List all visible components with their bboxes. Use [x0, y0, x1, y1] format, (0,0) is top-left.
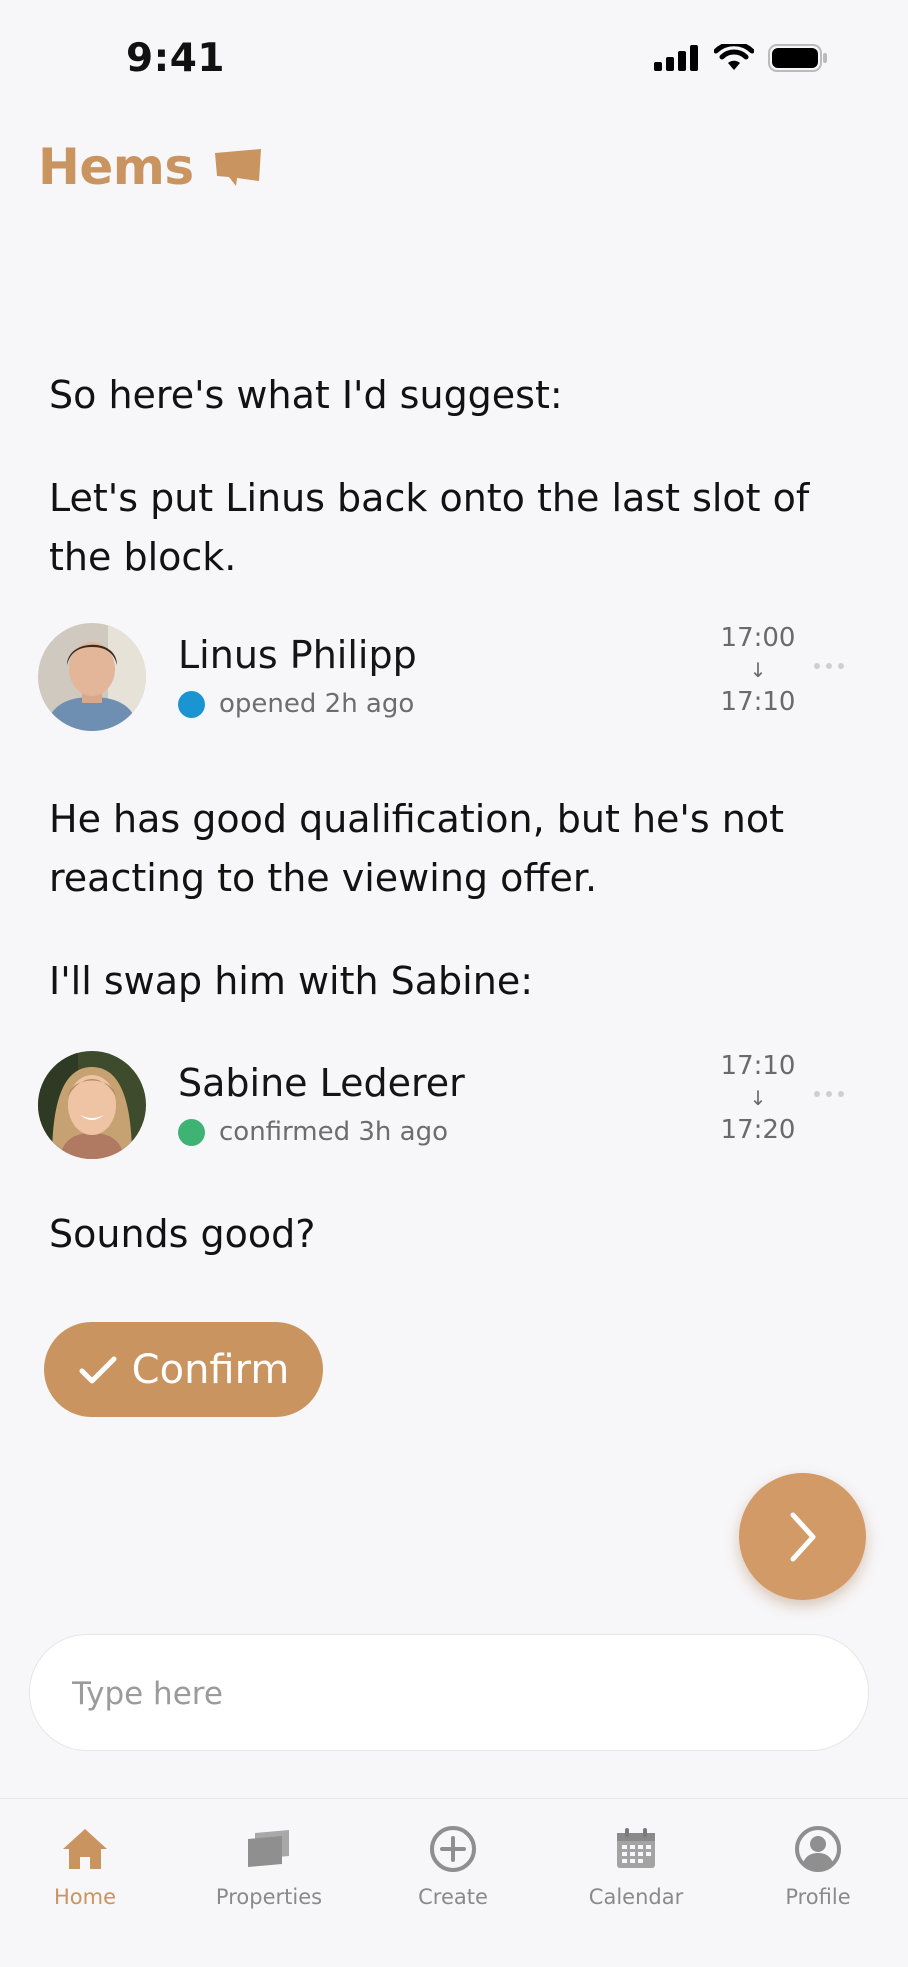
message-input[interactable] [70, 1665, 834, 1723]
arrow-down-icon: ↓ [749, 658, 767, 682]
status-dot-green [178, 1118, 205, 1146]
battery-icon [768, 44, 827, 72]
message-swap: I'll swap him with Sabine: [49, 959, 533, 1003]
brand-logo-icon [214, 149, 261, 186]
confirm-label: Confirm [131, 1346, 290, 1393]
tab-properties[interactable]: Properties [179, 1821, 359, 1909]
slot-time-range: 17:00 ↓ 17:10 [708, 623, 808, 717]
wifi-icon [714, 44, 754, 70]
tab-profile[interactable]: Profile [728, 1821, 908, 1909]
slot-start-time: 17:00 [720, 623, 796, 653]
slot-time-range: 17:10 ↓ 17:20 [708, 1051, 808, 1145]
status-bar: 9:41 [0, 0, 908, 120]
tab-home[interactable]: Home [0, 1821, 175, 1909]
properties-icon [248, 1830, 289, 1867]
checkmark-icon [79, 1356, 117, 1383]
slot-status: confirmed 3h ago [178, 1117, 448, 1147]
message-question: Sounds good? [49, 1212, 316, 1256]
slot-name: Linus Philipp [178, 633, 417, 677]
message-intro: So here's what I'd suggest: [49, 373, 563, 417]
tab-label: Create [418, 1885, 488, 1909]
tab-calendar[interactable]: Calendar [546, 1821, 726, 1909]
message-reason: He has good qualification, but he's not … [49, 797, 784, 900]
arrow-down-icon: ↓ [749, 1086, 767, 1110]
slot-start-time: 17:10 [720, 1051, 796, 1081]
tab-bar: Home Properties Create Calendar Profile [0, 1798, 908, 1967]
message-composer[interactable] [29, 1634, 869, 1751]
slot-status-text: confirmed 3h ago [219, 1117, 449, 1147]
home-icon [63, 1829, 107, 1869]
profile-icon [795, 1826, 841, 1872]
confirm-button[interactable]: Confirm [44, 1322, 323, 1417]
avatar [38, 1051, 146, 1159]
more-options-icon[interactable] [814, 663, 844, 669]
cellular-signal-icon [654, 45, 698, 71]
status-icons [654, 44, 828, 72]
avatar [38, 623, 146, 731]
slot-status: opened 2h ago [178, 689, 414, 719]
calendar-icon [617, 1828, 655, 1868]
tab-create[interactable]: Create [363, 1821, 543, 1909]
chevron-right-icon [790, 1512, 815, 1561]
status-time: 9:41 [126, 36, 226, 81]
next-button[interactable] [739, 1473, 866, 1600]
slot-status-text: opened 2h ago [219, 689, 415, 719]
brand-name: Hems [38, 138, 194, 196]
status-dot-blue [178, 690, 205, 718]
slot-card-linus[interactable]: Linus Philipp opened 2h ago 17:00 ↓ 17:1… [38, 623, 868, 733]
tab-label: Properties [215, 1885, 323, 1909]
message-linus-plan: Let's put Linus back onto the last slot … [49, 476, 810, 579]
plus-circle-icon [430, 1826, 476, 1872]
tab-label: Calendar [588, 1885, 684, 1909]
tab-label: Home [53, 1885, 116, 1909]
app-header: Hems [38, 138, 264, 196]
slot-end-time: 17:10 [720, 687, 796, 717]
slot-name: Sabine Lederer [178, 1061, 465, 1105]
tab-label: Profile [785, 1885, 851, 1909]
more-options-icon[interactable] [814, 1091, 844, 1097]
slot-end-time: 17:20 [720, 1115, 796, 1145]
slot-card-sabine[interactable]: Sabine Lederer confirmed 3h ago 17:10 ↓ … [38, 1051, 868, 1161]
